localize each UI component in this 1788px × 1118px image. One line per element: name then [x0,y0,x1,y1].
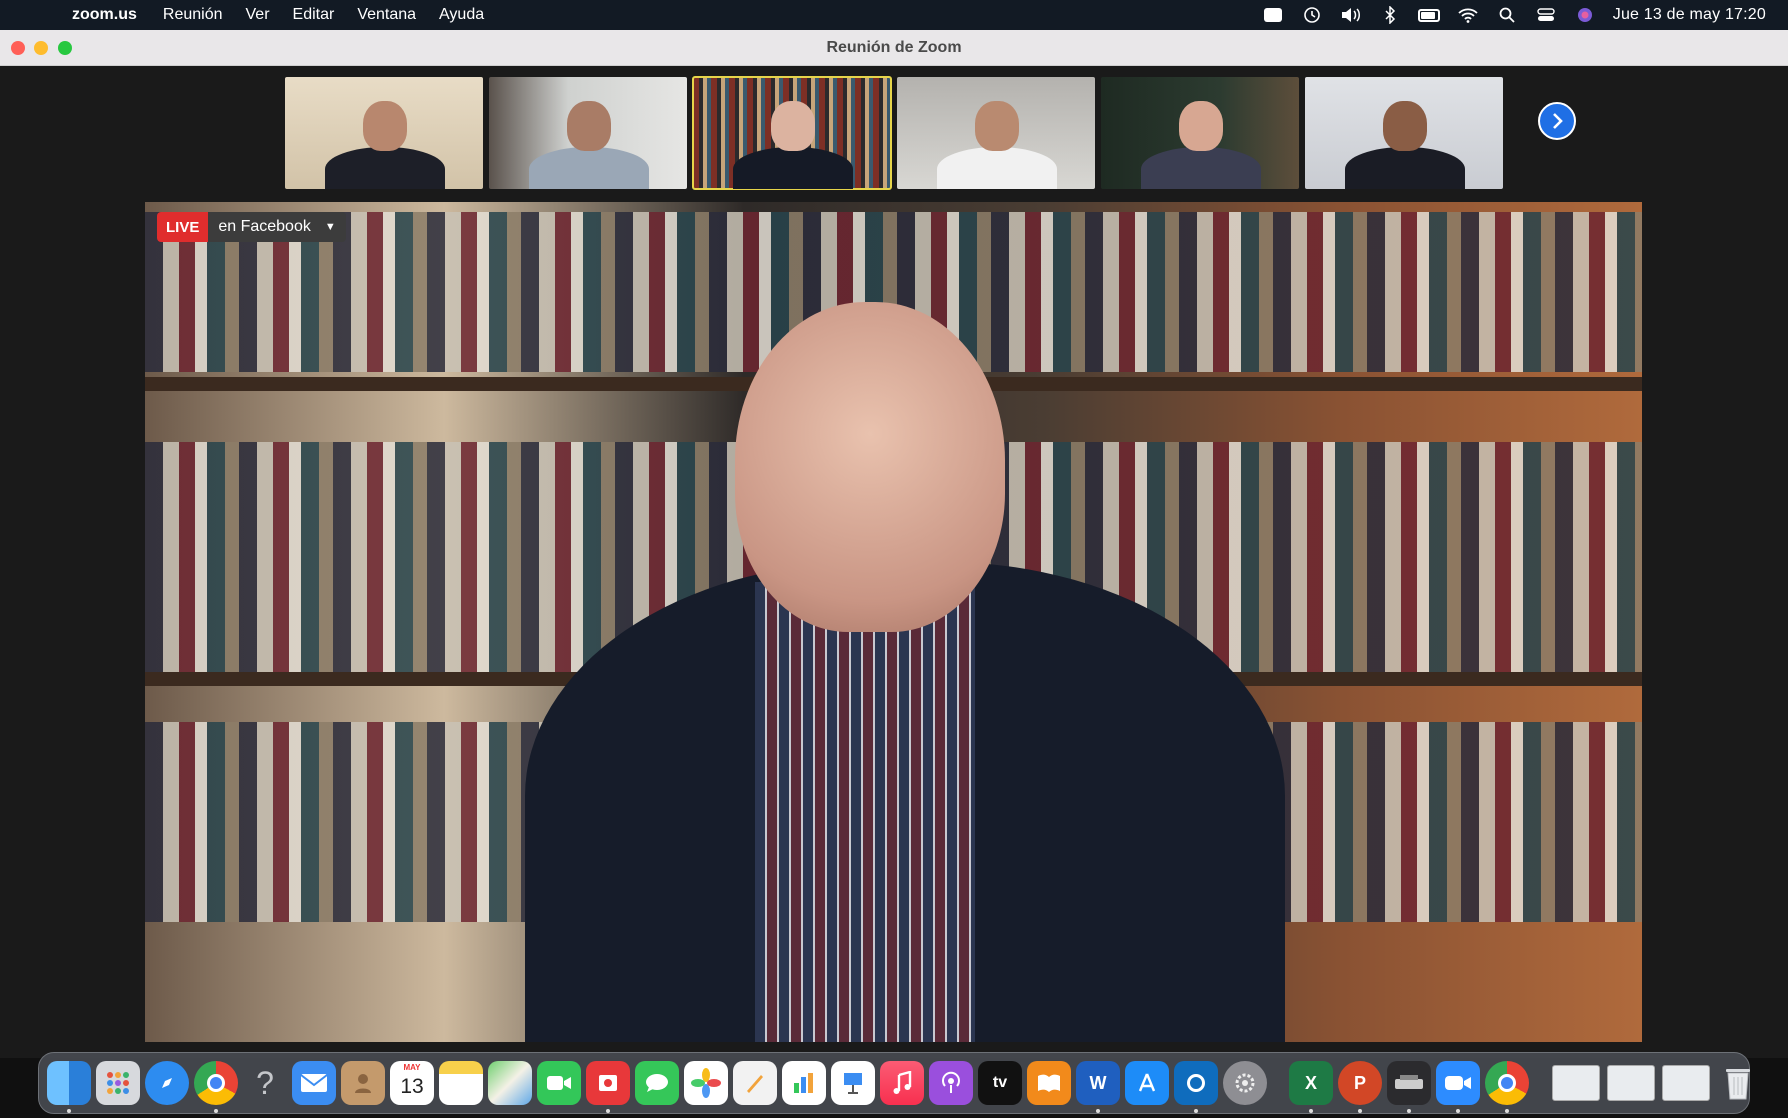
notes-icon[interactable] [439,1061,483,1105]
bluetooth-icon[interactable] [1379,6,1401,24]
books-icon[interactable] [1027,1061,1071,1105]
numbers-icon[interactable] [782,1061,826,1105]
speaker-shirt [755,582,975,1042]
launchpad-icon[interactable] [96,1061,140,1105]
participant-figure [529,147,649,189]
safari-icon[interactable] [145,1061,189,1105]
wifi-icon[interactable] [1457,6,1479,24]
menu-ayuda[interactable]: Ayuda [439,6,484,24]
participant-thumbnail[interactable] [489,77,687,189]
status-area: Jue 13 de may 17:20 [1262,0,1766,30]
menu-ventana[interactable]: Ventana [357,6,416,24]
participant-figure [325,147,445,189]
siri-icon[interactable] [1574,6,1596,24]
powerpoint-letter: P [1353,1072,1366,1093]
system-settings-icon[interactable] [1223,1061,1267,1105]
podcasts-icon[interactable] [929,1061,973,1105]
outlook-icon[interactable] [1174,1061,1218,1113]
participant-figure [937,147,1057,189]
participant-face [1179,101,1223,151]
chrome-profile-icon[interactable] [1485,1061,1529,1113]
calendar-day: 13 [400,1075,424,1098]
app-store-icon[interactable] [1125,1061,1169,1105]
participant-thumbnail[interactable] [1305,77,1503,189]
zoom-status-icon[interactable] [1262,6,1284,24]
word-letter: W [1089,1072,1107,1093]
participant-face [771,101,815,151]
dock: ? MAY 13 tv W X P [38,1052,1750,1114]
excel-letter: X [1304,1072,1317,1093]
participant-thumbnail[interactable] [1101,77,1299,189]
live-tag: LIVE [157,212,209,242]
participant-thumbnail[interactable] [285,77,483,189]
freeform-icon[interactable] [733,1061,777,1105]
photo-booth-icon[interactable] [586,1061,630,1113]
next-participants-button[interactable] [1538,102,1576,140]
printer-icon[interactable] [1387,1061,1431,1113]
apple-tv-icon[interactable]: tv [978,1061,1022,1105]
maps-icon[interactable] [488,1061,532,1105]
word-icon[interactable]: W [1076,1061,1120,1113]
participant-strip [285,76,1503,190]
zoom-icon[interactable] [1436,1061,1480,1113]
time-machine-icon[interactable] [1301,6,1323,24]
excel-icon[interactable]: X [1289,1061,1333,1113]
calendar-icon[interactable]: MAY 13 [390,1061,434,1105]
menu-ver[interactable]: Ver [246,6,270,24]
battery-icon[interactable] [1417,6,1440,24]
live-streaming-badge[interactable]: LIVE en Facebook ▼ [157,212,346,242]
contacts-icon[interactable] [341,1061,385,1105]
participant-face [975,101,1019,151]
window-title: Reunión de Zoom [826,39,962,56]
menu-editar[interactable]: Editar [293,6,335,24]
volume-icon[interactable] [1340,6,1362,24]
finder-icon[interactable] [47,1061,91,1113]
mail-icon[interactable] [292,1061,336,1105]
facetime-icon[interactable] [537,1061,581,1105]
search-icon[interactable] [1496,6,1518,24]
menu-bar: zoom.us Reunión Ver Editar Ventana Ayuda… [0,0,1788,30]
speaker-head [735,302,1005,632]
chevron-right-icon [1553,113,1563,129]
question-mark-icon[interactable]: ? [243,1061,287,1105]
chrome-icon[interactable] [194,1061,238,1113]
calendar-month: MAY [403,1063,421,1072]
participant-face [567,101,611,151]
participant-figure [1345,147,1465,189]
caret-down-icon[interactable]: ▼ [318,212,346,242]
minimized-window-thumbnail[interactable] [1661,1061,1711,1105]
menu-app-name[interactable]: zoom.us [72,6,137,24]
participant-figure [733,147,853,189]
menu-reunion[interactable]: Reunión [163,6,223,24]
live-destination-label: en Facebook [208,212,319,242]
participant-thumbnail-active-speaker[interactable] [692,76,892,190]
apple-tv-label: tv [992,1074,1008,1091]
participant-figure [1141,147,1261,189]
menu-clock[interactable]: Jue 13 de may 17:20 [1613,6,1766,24]
keynote-icon[interactable] [831,1061,875,1105]
control-center-icon[interactable] [1535,6,1557,24]
window-title-bar: Reunión de Zoom [0,30,1788,66]
minimized-window-thumbnail[interactable] [1606,1061,1656,1105]
meeting-area: LIVE en Facebook ▼ [0,66,1788,1058]
minimized-window-thumbnail[interactable] [1551,1061,1601,1105]
photos-icon[interactable] [684,1061,728,1105]
messages-icon[interactable] [635,1061,679,1105]
active-speaker-video[interactable]: LIVE en Facebook ▼ [145,202,1642,1042]
participant-face [363,101,407,151]
music-icon[interactable] [880,1061,924,1105]
powerpoint-icon[interactable]: P [1338,1061,1382,1113]
trash-icon[interactable] [1716,1061,1760,1105]
participant-thumbnail[interactable] [897,77,1095,189]
participant-face [1383,101,1427,151]
